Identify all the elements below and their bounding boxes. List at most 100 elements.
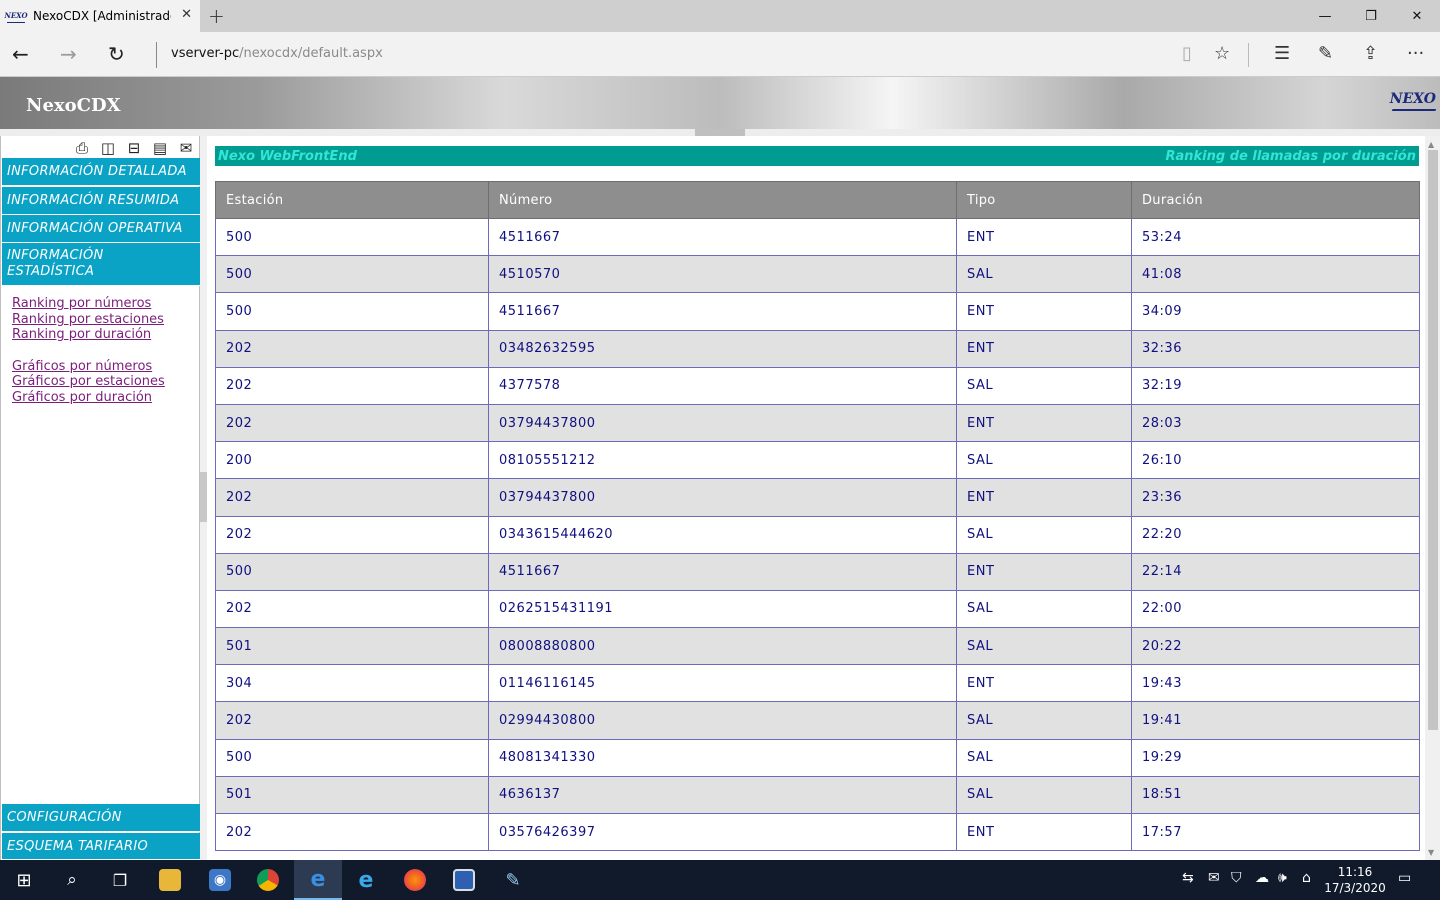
- mail-tray-icon[interactable]: ✉: [1208, 870, 1220, 886]
- cell-estacion: 202: [215, 366, 489, 405]
- onedrive-cloud-icon[interactable]: ☁: [1255, 870, 1269, 886]
- cell-numero: 03794437800: [488, 478, 957, 517]
- table-row: 501 08008880800 SAL 20:22: [215, 627, 1420, 666]
- url-host: vserver-pc: [171, 46, 240, 61]
- search-icon[interactable]: ⌕: [48, 860, 96, 900]
- cell-tipo: ENT: [956, 552, 1132, 591]
- share-icon[interactable]: ⇪: [1363, 43, 1378, 64]
- link-ranking-numeros[interactable]: Ranking por números: [12, 296, 151, 311]
- scroll-up-icon[interactable]: ▲: [1428, 140, 1434, 149]
- cell-estacion: 202: [215, 701, 489, 740]
- task-view-icon[interactable]: ❐: [96, 860, 144, 900]
- internet-explorer-icon[interactable]: e: [342, 860, 390, 900]
- cell-duracion: 32:36: [1131, 329, 1420, 368]
- taskbar-clock[interactable]: 11:16 17/3/2020: [1322, 864, 1388, 896]
- forward-arrow-icon[interactable]: →: [60, 42, 77, 66]
- outlook-icon[interactable]: ◉: [196, 860, 244, 900]
- link-graficos-numeros[interactable]: Gráficos por números: [12, 359, 152, 374]
- sidebar: ⎙ ◫ ⊟ ▤ ✉ INFORMACIÓN DETALLADA INFORMAC…: [0, 136, 200, 860]
- cell-tipo: SAL: [956, 775, 1132, 815]
- cell-numero: 4636137: [488, 775, 957, 815]
- cell-tipo: ENT: [956, 292, 1132, 331]
- toolbar-separator: [1248, 43, 1249, 67]
- cell-duracion: 19:29: [1131, 738, 1420, 777]
- menu-esquema-tarifario[interactable]: ESQUEMA TARIFARIO: [2, 833, 200, 860]
- back-arrow-icon[interactable]: ←: [12, 42, 29, 66]
- menu-informacion-detallada[interactable]: INFORMACIÓN DETALLADA: [2, 158, 200, 186]
- paint-icon[interactable]: ✎: [489, 860, 537, 900]
- cell-tipo: ENT: [956, 664, 1132, 703]
- cell-tipo: SAL: [956, 515, 1132, 554]
- cell-numero: 0262515431191: [488, 589, 957, 629]
- expand-frame-icon[interactable]: ◫: [98, 139, 118, 157]
- print-icon[interactable]: ⎙: [72, 139, 92, 157]
- link-graficos-duracion[interactable]: Gráficos por duración: [12, 390, 152, 405]
- menu-informacion-operativa[interactable]: INFORMACIÓN OPERATIVA: [2, 215, 200, 243]
- cell-estacion: 202: [215, 812, 489, 852]
- file-explorer-icon[interactable]: [146, 860, 194, 900]
- browser-tab[interactable]: NEXO NexoCDX [Administrador] ✕: [0, 0, 200, 32]
- cell-estacion: 500: [215, 292, 489, 331]
- cell-estacion: 202: [215, 589, 489, 629]
- firefox-icon[interactable]: [391, 860, 439, 900]
- cell-tipo: SAL: [956, 627, 1132, 666]
- main-scrollbar-thumb[interactable]: [1428, 150, 1438, 730]
- teamviewer-icon[interactable]: ⇆: [1182, 870, 1194, 886]
- more-icon[interactable]: ···: [1407, 43, 1424, 64]
- scroll-down-icon[interactable]: ▼: [1428, 848, 1434, 857]
- cell-duracion: 19:43: [1131, 664, 1420, 703]
- nexo-logo: NEXO: [1389, 91, 1436, 107]
- browser-tab-bar: NEXO NexoCDX [Administrador] ✕ + — ❐ ✕: [0, 0, 1440, 32]
- start-windows-icon[interactable]: ⊞: [0, 860, 48, 900]
- remote-desktop-icon[interactable]: [440, 860, 488, 900]
- cell-duracion: 22:14: [1131, 552, 1420, 591]
- url-field[interactable]: vserver-pc/nexocdx/default.aspx: [171, 46, 383, 61]
- menu-informacion-resumida[interactable]: INFORMACIÓN RESUMIDA: [2, 187, 200, 215]
- cell-duracion: 41:08: [1131, 255, 1420, 294]
- minimize-icon[interactable]: —: [1302, 0, 1348, 32]
- column-header-numero[interactable]: Número: [488, 181, 957, 219]
- menu-informacion-estadistica[interactable]: INFORMACIÓN ESTADÍSTICA: [2, 243, 200, 286]
- edge-icon[interactable]: e: [294, 860, 342, 900]
- table-row: 202 03482632595 ENT 32:36: [215, 329, 1420, 368]
- network-icon[interactable]: ⌂: [1302, 870, 1311, 886]
- hub-icon[interactable]: ☰: [1274, 43, 1290, 64]
- frame-resize-handle[interactable]: [695, 129, 745, 136]
- menu-configuracion[interactable]: CONFIGURACIÓN: [2, 804, 200, 832]
- tab-close-icon[interactable]: ✕: [181, 7, 192, 22]
- new-tab-icon[interactable]: +: [208, 4, 225, 28]
- cell-numero: 0343615444620: [488, 515, 957, 554]
- cell-tipo: ENT: [956, 403, 1132, 443]
- column-header-tipo[interactable]: Tipo: [956, 181, 1132, 219]
- table-row: 304 01146116145 ENT 19:43: [215, 664, 1420, 703]
- defender-shield-icon[interactable]: ⛉: [1231, 870, 1242, 886]
- reading-view-icon[interactable]: ▯: [1182, 43, 1192, 64]
- notifications-icon[interactable]: ▭: [1398, 870, 1411, 886]
- link-ranking-duracion[interactable]: Ranking por duración: [12, 327, 151, 342]
- volume-icon[interactable]: 🕪: [1278, 870, 1287, 886]
- restore-icon[interactable]: ❐: [1348, 0, 1394, 32]
- column-header-duracion[interactable]: Duración: [1131, 181, 1420, 219]
- link-ranking-estaciones[interactable]: Ranking por estaciones: [12, 312, 164, 327]
- cell-duracion: 20:22: [1131, 627, 1420, 666]
- window-close-icon[interactable]: ✕: [1394, 0, 1440, 32]
- table-row: 202 03576426397 ENT 17:57: [215, 812, 1420, 852]
- cell-duracion: 17:57: [1131, 812, 1420, 852]
- report-icon[interactable]: ✉: [176, 139, 196, 157]
- frame-divider-handle[interactable]: [200, 472, 207, 522]
- cell-estacion: 202: [215, 329, 489, 368]
- web-note-icon[interactable]: ✎: [1318, 43, 1333, 64]
- cell-numero: 4377578: [488, 366, 957, 405]
- cell-estacion: 501: [215, 775, 489, 815]
- cell-duracion: 32:19: [1131, 366, 1420, 405]
- link-graficos-estaciones[interactable]: Gráficos por estaciones: [12, 374, 165, 389]
- export-icon[interactable]: ▤: [150, 139, 170, 157]
- cell-duracion: 26:10: [1131, 441, 1420, 480]
- chrome-icon[interactable]: [244, 860, 292, 900]
- favorite-star-icon[interactable]: ☆: [1214, 43, 1230, 64]
- split-frame-icon[interactable]: ⊟: [124, 139, 144, 157]
- refresh-icon[interactable]: ↻: [108, 42, 125, 66]
- cell-tipo: SAL: [956, 589, 1132, 629]
- column-header-estacion[interactable]: Estación: [215, 181, 489, 219]
- cell-numero: 48081341330: [488, 738, 957, 777]
